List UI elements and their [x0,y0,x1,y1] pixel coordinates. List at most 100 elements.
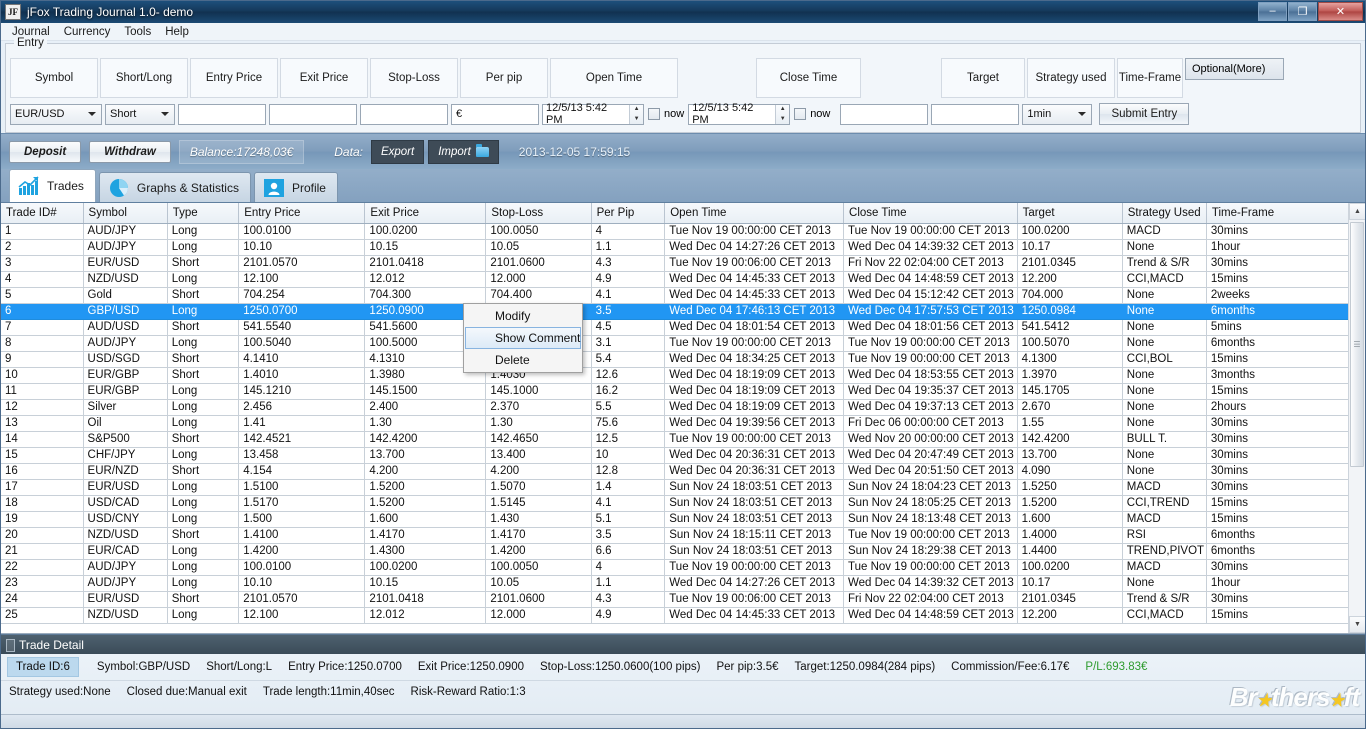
export-button[interactable]: Export [371,140,424,164]
col-strategy[interactable]: Strategy Used [1122,203,1206,223]
close-button[interactable]: ✕ [1318,2,1363,21]
symbol-select[interactable]: EUR/USD [10,104,102,125]
table-row[interactable]: 9USD/SGDShort4.14104.13104.14005.4Wed De… [1,351,1349,367]
col-close-time[interactable]: Close Time [844,203,1018,223]
table-row[interactable]: 5GoldShort704.254704.300704.4004.1Wed De… [1,287,1349,303]
scrollbar-thumb[interactable]: ☰ [1350,222,1364,467]
table-cell: Sun Nov 24 18:03:51 CET 2013 [665,543,844,559]
table-cell: 16.2 [591,383,665,399]
table-row[interactable]: 22AUD/JPYLong100.0100100.0200100.00504Tu… [1,559,1349,575]
per-pip-input[interactable]: € [451,104,539,125]
table-cell: 12.012 [365,607,486,623]
close-time-spinner[interactable]: 12/5/13 5:42 PM ▲▼ [688,104,790,125]
table-cell: 18 [1,495,83,511]
table-cell: Wed Dec 04 18:01:56 CET 2013 [844,319,1018,335]
table-vertical-scrollbar[interactable]: ▲ ☰ ▼ [1348,203,1365,633]
table-cell: 1.55 [1017,415,1122,431]
tab-graphs-statistics[interactable]: Graphs & Statistics [99,172,251,202]
target-input[interactable] [840,104,928,125]
withdraw-button[interactable]: Withdraw [89,141,171,163]
menu-item-help[interactable]: Help [158,24,196,40]
table-cell: 17 [1,479,83,495]
window-controls: – ❐ ✕ [1258,2,1363,21]
table-cell: 3.5 [591,527,665,543]
context-menu-item-delete[interactable]: Delete [465,349,581,371]
table-row[interactable]: 24EUR/USDShort2101.05702101.04182101.060… [1,591,1349,607]
table-row[interactable]: 3EUR/USDShort2101.05702101.04182101.0600… [1,255,1349,271]
table-row[interactable]: 7AUD/USDShort541.5540541.5600541.54004.5… [1,319,1349,335]
import-button[interactable]: Import [428,140,499,164]
table-row[interactable]: 16EUR/NZDShort4.1544.2004.20012.8Wed Dec… [1,463,1349,479]
stop-loss-input[interactable] [360,104,448,125]
col-trade-id[interactable]: Trade ID# [1,203,83,223]
col-symbol[interactable]: Symbol [83,203,167,223]
row-context-menu[interactable]: Modify Show Comment Delete [463,303,583,373]
col-type[interactable]: Type [167,203,239,223]
col-target[interactable]: Target [1017,203,1122,223]
table-row[interactable]: 18USD/CADLong1.51701.52001.51454.1Sun No… [1,495,1349,511]
table-row[interactable]: 1AUD/JPYLong100.0100100.0200100.00504Tue… [1,223,1349,239]
scroll-up-button[interactable]: ▲ [1349,203,1365,220]
table-row[interactable]: 23AUD/JPYLong10.1010.1510.051.1Wed Dec 0… [1,575,1349,591]
col-exit-price[interactable]: Exit Price [365,203,486,223]
short-long-select[interactable]: Short [105,104,175,125]
table-cell: Long [167,223,239,239]
table-row[interactable]: 4NZD/USDLong12.10012.01212.0004.9Wed Dec… [1,271,1349,287]
table-row[interactable]: 21EUR/CADLong1.42001.43001.42006.6Sun No… [1,543,1349,559]
table-cell: BULL T. [1122,431,1206,447]
table-cell: Oil [83,415,167,431]
context-menu-item-show-comment[interactable]: Show Comment [465,327,581,349]
table-cell: 1 [1,223,83,239]
table-row[interactable]: 8AUD/JPYLong100.5040100.5000100.51003.1T… [1,335,1349,351]
table-row[interactable]: 6GBP/USDLong1250.07001250.09001250.06003… [1,303,1349,319]
table-row[interactable]: 10EUR/GBPShort1.40101.39801.403012.6Wed … [1,367,1349,383]
col-time-frame[interactable]: Time-Frame [1206,203,1348,223]
deposit-button[interactable]: Deposit [9,141,81,163]
col-open-time[interactable]: Open Time [665,203,844,223]
spinner-arrows-icon[interactable]: ▲▼ [629,105,643,124]
col-per-pip[interactable]: Per Pip [591,203,665,223]
optional-more-dropdown[interactable]: Optional(More) [1185,58,1284,80]
person-icon [263,177,285,199]
table-cell: 12.012 [365,271,486,287]
table-row[interactable]: 2AUD/JPYLong10.1010.1510.051.1Wed Dec 04… [1,239,1349,255]
table-cell: Wed Dec 04 14:39:32 CET 2013 [844,575,1018,591]
table-row[interactable]: 11EUR/GBPLong145.1210145.1500145.100016.… [1,383,1349,399]
spinner-arrows-icon[interactable]: ▲▼ [775,105,789,124]
table-row[interactable]: 19USD/CNYLong1.5001.6001.4305.1Sun Nov 2… [1,511,1349,527]
context-menu-item-modify[interactable]: Modify [465,305,581,327]
exit-price-input[interactable] [269,104,357,125]
table-row[interactable]: 14S&P500Short142.4521142.4200142.465012.… [1,431,1349,447]
submit-entry-button[interactable]: Submit Entry [1099,103,1189,125]
time-frame-select[interactable]: 1min [1022,104,1092,125]
table-row[interactable]: 15CHF/JPYLong13.45813.70013.40010Wed Dec… [1,447,1349,463]
open-now-checkbox[interactable]: now [648,108,684,120]
close-now-checkbox[interactable]: now [794,108,830,120]
open-time-spinner[interactable]: 12/5/13 5:42 PM ▲▼ [542,104,644,125]
table-cell: 6months [1206,527,1348,543]
table-row[interactable]: 12SilverLong2.4562.4002.3705.5Wed Dec 04… [1,399,1349,415]
table-cell: Short [167,463,239,479]
table-cell: Short [167,287,239,303]
table-cell: None [1122,287,1206,303]
tab-trades[interactable]: Trades [9,169,96,202]
menu-item-tools[interactable]: Tools [117,24,158,40]
table-cell: 6months [1206,543,1348,559]
table-cell: 100.5040 [239,335,365,351]
col-entry-price[interactable]: Entry Price [239,203,365,223]
table-cell: 1.4300 [365,543,486,559]
scroll-down-button[interactable]: ▼ [1349,616,1365,633]
table-cell: Long [167,383,239,399]
table-row[interactable]: 17EUR/USDLong1.51001.52001.50701.4Sun No… [1,479,1349,495]
maximize-button[interactable]: ❐ [1288,2,1317,21]
strategy-input[interactable] [931,104,1019,125]
table-row[interactable]: 25NZD/USDLong12.10012.01212.0004.9Wed De… [1,607,1349,623]
tab-profile[interactable]: Profile [254,172,338,202]
table-row[interactable]: 13OilLong1.411.301.3075.6Wed Dec 04 19:3… [1,415,1349,431]
table-row[interactable]: 20NZD/USDShort1.41001.41701.41703.5Sun N… [1,527,1349,543]
menu-item-currency[interactable]: Currency [57,24,118,40]
minimize-button[interactable]: – [1258,2,1287,21]
col-stop-loss[interactable]: Stop-Loss [486,203,591,223]
table-cell: 12.6 [591,367,665,383]
entry-price-input[interactable] [178,104,266,125]
